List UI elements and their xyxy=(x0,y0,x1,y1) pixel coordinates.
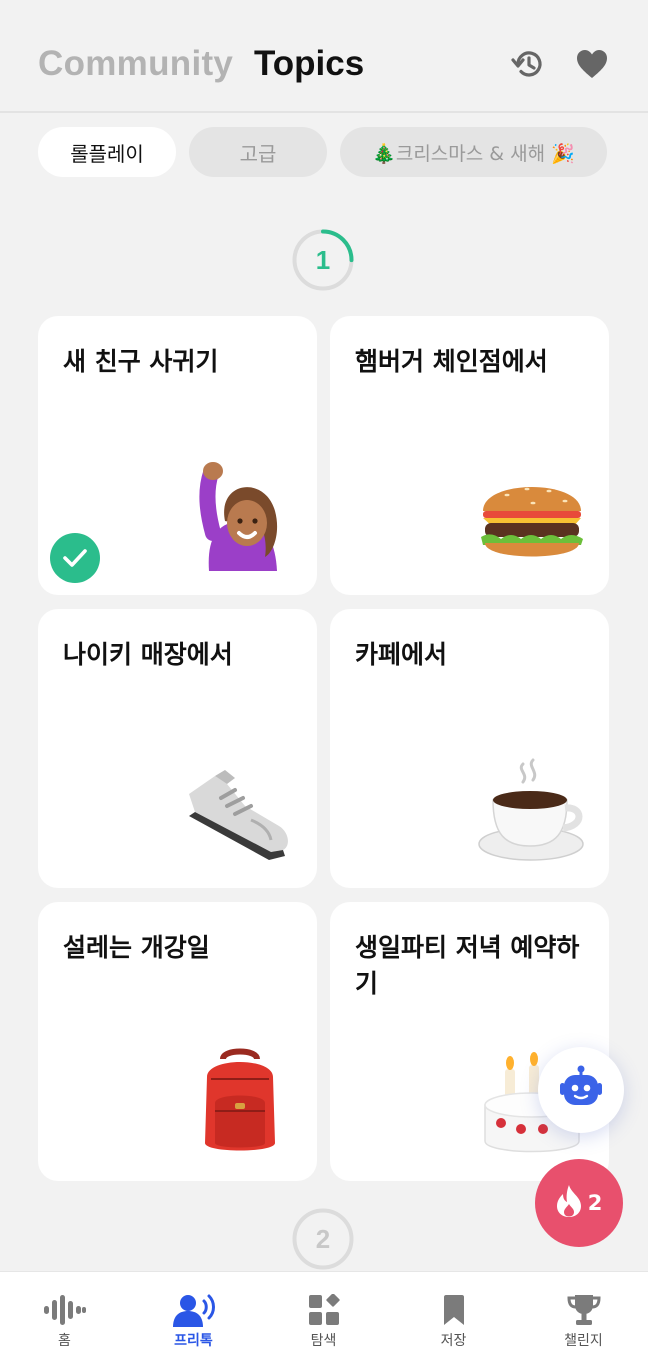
chip-roleplay[interactable]: 롤플레이 xyxy=(38,127,176,177)
progress-ring-level-2: 2 xyxy=(291,1207,355,1271)
trophy-icon xyxy=(519,1292,648,1328)
topic-card-nike-store[interactable]: 나이키 매장에서 xyxy=(38,609,317,888)
nav-label: 홈 xyxy=(58,1333,71,1349)
progress-number: 2 xyxy=(315,1223,331,1254)
ai-assistant-button[interactable] xyxy=(538,1047,624,1133)
hamburger-icon xyxy=(477,461,587,571)
chip-label: 롤플레이 xyxy=(70,141,144,166)
nav-label: 챌린지 xyxy=(564,1333,603,1349)
chip-advanced[interactable]: 고급 xyxy=(189,127,327,177)
topic-title: 설레는 개강일 xyxy=(63,933,210,962)
topic-title: 햄버거 체인점에서 xyxy=(355,347,548,376)
topic-title: 생일파티 저녁 예약하기 xyxy=(355,933,580,998)
chip-label: 고급 xyxy=(239,141,277,166)
tab-topics[interactable]: Topics xyxy=(254,44,364,84)
progress-ring-level-1: 1 xyxy=(291,228,355,292)
tab-community[interactable]: Community xyxy=(38,44,233,84)
speaking-person-icon xyxy=(129,1292,258,1328)
nav-label: 탐색 xyxy=(310,1333,337,1349)
completed-check-icon xyxy=(50,533,100,583)
topic-card-burger-chain[interactable]: 햄버거 체인점에서 xyxy=(330,316,609,595)
nav-item-saved[interactable]: 저장 xyxy=(389,1272,518,1360)
chip-christmas-newyear[interactable]: 🎄크리스마스 & 새해 🎉 xyxy=(340,127,607,177)
topic-title: 카페에서 xyxy=(355,640,448,669)
heart-icon[interactable] xyxy=(572,44,612,84)
nav-item-explore[interactable]: 탐색 xyxy=(259,1272,388,1360)
nav-item-freetalk[interactable]: 프리톡 xyxy=(129,1272,258,1360)
topic-card-new-friend[interactable]: 새 친구 사귀기 xyxy=(38,316,317,595)
nav-item-challenge[interactable]: 챌린지 xyxy=(519,1272,648,1360)
coffee-cup-icon xyxy=(477,754,587,864)
topic-card-cafe[interactable]: 카페에서 xyxy=(330,609,609,888)
history-icon[interactable] xyxy=(508,44,548,84)
bottom-nav: 홈 프리톡 탐색 저장 챌린지 xyxy=(0,1271,648,1360)
backpack-icon xyxy=(185,1047,295,1157)
audio-wave-icon xyxy=(0,1292,129,1328)
fire-icon xyxy=(556,1184,582,1223)
progress-number: 1 xyxy=(315,244,331,275)
top-header: Community Topics xyxy=(0,0,648,113)
sneaker-icon xyxy=(185,754,295,864)
nav-label: 프리톡 xyxy=(174,1333,213,1349)
topic-card-first-day[interactable]: 설레는 개강일 xyxy=(38,902,317,1181)
topic-card-birthday-dinner[interactable]: 생일파티 저녁 예약하기 xyxy=(330,902,609,1181)
topic-title: 나이키 매장에서 xyxy=(63,640,233,669)
bookmark-icon xyxy=(389,1292,518,1328)
streak-button[interactable]: 2 xyxy=(535,1159,623,1247)
nav-item-home[interactable]: 홈 xyxy=(0,1272,129,1360)
waving-person-icon xyxy=(185,461,295,571)
nav-label: 저장 xyxy=(440,1333,467,1349)
streak-count: 2 xyxy=(587,1191,603,1215)
topic-title: 새 친구 사귀기 xyxy=(63,347,219,376)
grid-icon xyxy=(259,1292,388,1328)
robot-icon xyxy=(556,1065,606,1115)
chip-label: 🎄크리스마스 & 새해 🎉 xyxy=(372,142,575,165)
